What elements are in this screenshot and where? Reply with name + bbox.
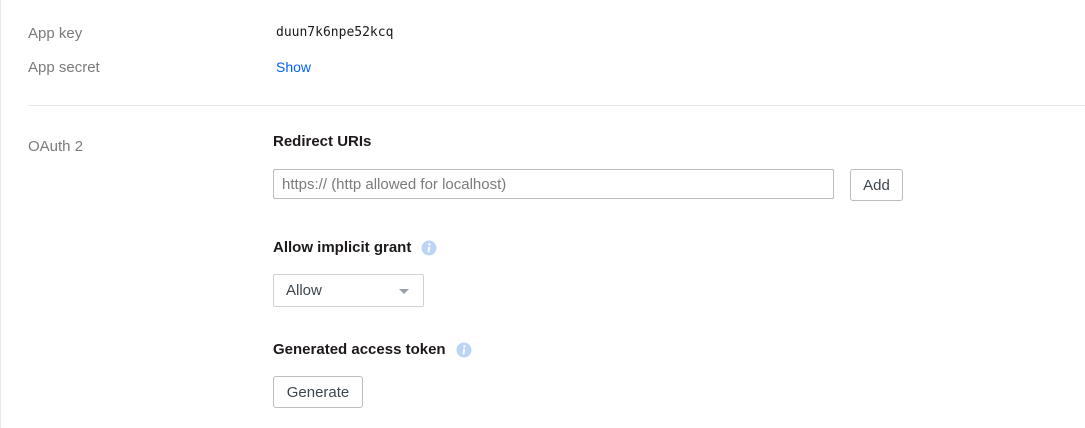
redirect-uris-heading-text: Redirect URIs xyxy=(273,133,372,150)
redirect-uris-heading: Redirect URIs xyxy=(273,133,371,150)
implicit-grant-selected-value: Allow xyxy=(286,282,322,299)
implicit-grant-heading-text: Allow implicit grant xyxy=(273,239,412,256)
access-token-heading-text: Generated access token xyxy=(273,341,446,358)
show-app-secret-link[interactable]: Show xyxy=(276,59,311,75)
generate-token-button[interactable]: Generate xyxy=(273,376,363,408)
implicit-grant-heading: Allow implicit grant xyxy=(273,239,437,256)
redirect-uri-input[interactable] xyxy=(273,169,834,199)
section-divider xyxy=(28,105,1085,106)
oauth2-section-label: OAuth 2 xyxy=(28,138,84,155)
implicit-grant-select[interactable]: Allow xyxy=(273,274,424,307)
left-border xyxy=(0,0,1,428)
info-icon[interactable] xyxy=(456,342,472,358)
info-icon[interactable] xyxy=(421,240,437,256)
app-key-label: App key xyxy=(28,25,83,42)
app-secret-label: App secret xyxy=(28,59,100,76)
chevron-down-icon xyxy=(399,289,409,294)
app-key-value: duun7k6npe52kcq xyxy=(276,25,394,40)
add-redirect-uri-button[interactable]: Add xyxy=(850,169,903,201)
access-token-heading: Generated access token xyxy=(273,341,472,358)
app-settings-page: App key duun7k6npe52kcq App secret Show … xyxy=(0,0,1085,428)
